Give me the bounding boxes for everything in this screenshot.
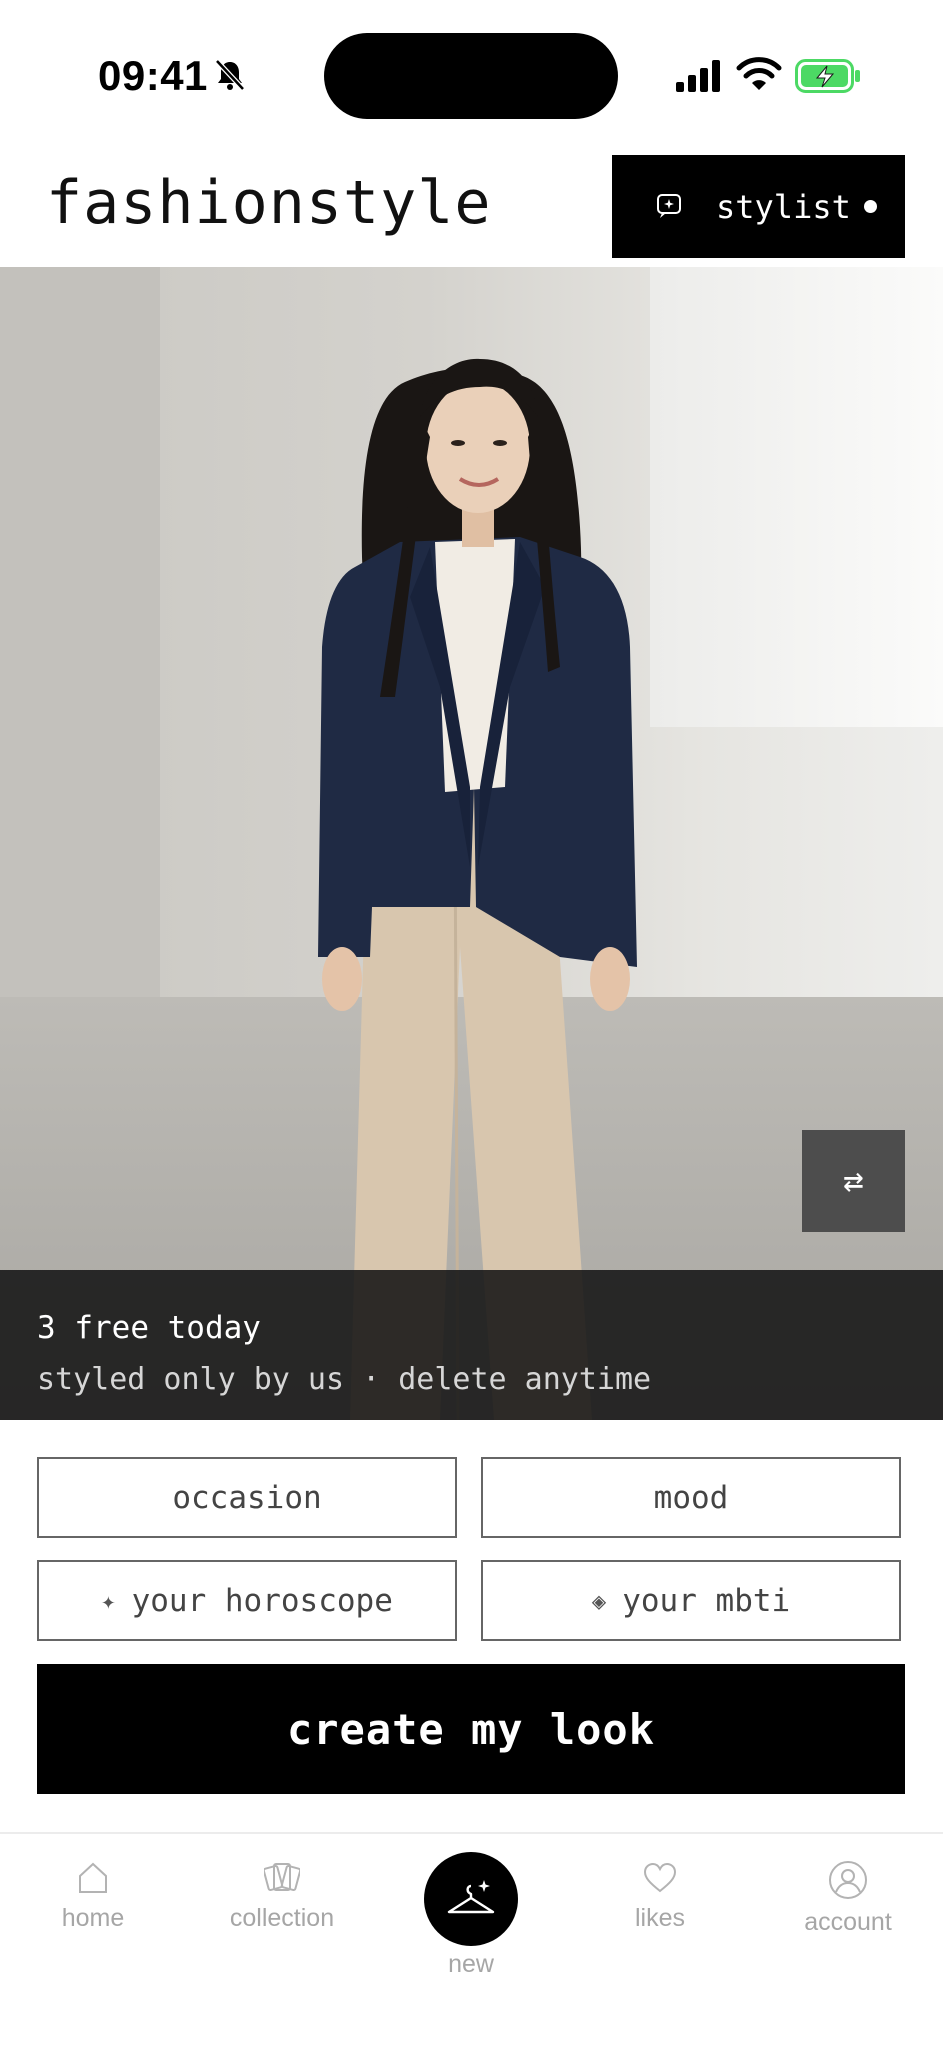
nav-likes-label: likes bbox=[634, 1904, 685, 1932]
bell-slash-icon bbox=[215, 59, 245, 91]
promo-privacy-note: styled only by us · delete anytime bbox=[37, 1362, 652, 1397]
nav-collection-label: collection bbox=[229, 1904, 335, 1932]
app-logo-text: fashionstyle bbox=[46, 168, 492, 238]
sparkle-icon: ✦ bbox=[101, 1586, 116, 1615]
stylist-label: stylist bbox=[716, 188, 851, 226]
nav-likes[interactable]: likes bbox=[570, 1860, 750, 1933]
stylist-status-dot bbox=[864, 200, 877, 213]
promo-free-count: 3 free today bbox=[37, 1310, 261, 1346]
hanger-sparkle-icon bbox=[447, 1880, 495, 1914]
heart-icon bbox=[643, 1862, 677, 1893]
outfit-preview-image bbox=[0, 267, 943, 1420]
create-look-label: create my look bbox=[286, 1704, 655, 1754]
occasion-label: occasion bbox=[172, 1479, 322, 1516]
status-bar: 09:41 bbox=[0, 0, 943, 150]
mood-button[interactable]: mood bbox=[481, 1457, 901, 1538]
swap-button[interactable]: ⇄ bbox=[802, 1130, 905, 1232]
home-icon bbox=[79, 1862, 107, 1893]
horoscope-label: your horoscope bbox=[131, 1582, 393, 1619]
mbti-button[interactable]: ◈ your mbti bbox=[481, 1560, 901, 1641]
horoscope-button[interactable]: ✦ your horoscope bbox=[37, 1560, 457, 1641]
create-look-button[interactable]: create my look bbox=[37, 1664, 905, 1794]
chat-sparkle-icon bbox=[657, 194, 681, 218]
swap-icon: ⇄ bbox=[843, 1161, 864, 1201]
stylist-button[interactable]: stylist bbox=[612, 155, 905, 258]
nav-account[interactable]: account bbox=[758, 1860, 938, 1937]
cards-icon bbox=[264, 1863, 300, 1891]
diamond-icon: ◈ bbox=[591, 1586, 607, 1615]
status-time: 09:41 bbox=[98, 52, 208, 99]
nav-new-button[interactable] bbox=[424, 1852, 518, 1946]
nav-new-label: new bbox=[448, 1950, 494, 1978]
wifi-icon bbox=[736, 57, 782, 90]
dynamic-island bbox=[324, 33, 618, 119]
cellular-signal-icon bbox=[676, 60, 720, 92]
user-icon bbox=[829, 1861, 867, 1899]
nav-home-label: home bbox=[61, 1904, 125, 1932]
nav-account-label: account bbox=[804, 1908, 892, 1936]
mbti-label: your mbti bbox=[622, 1582, 791, 1619]
battery-charging-icon bbox=[795, 59, 860, 93]
mood-label: mood bbox=[653, 1479, 729, 1516]
model-photo bbox=[0, 267, 943, 1420]
nav-home[interactable]: home bbox=[3, 1860, 183, 1933]
nav-collection[interactable]: collection bbox=[192, 1860, 372, 1933]
occasion-button[interactable]: occasion bbox=[37, 1457, 457, 1538]
